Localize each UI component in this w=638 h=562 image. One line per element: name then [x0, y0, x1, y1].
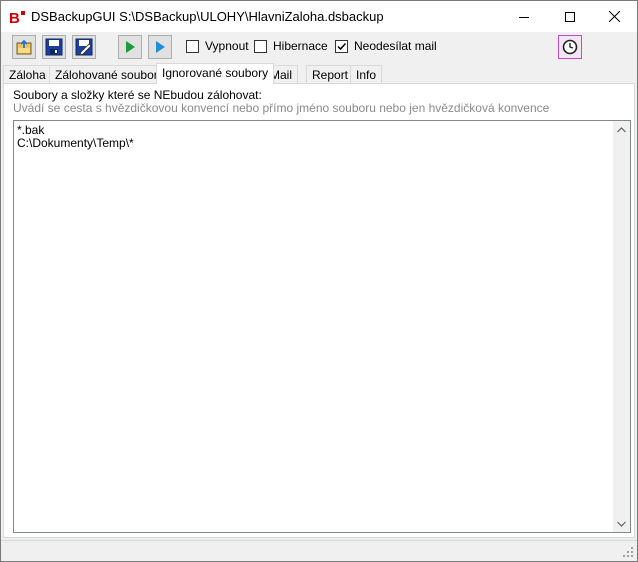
- run-icon: [126, 41, 135, 53]
- open-icon: [16, 39, 32, 55]
- checkbox-vypnout[interactable]: Vypnout: [186, 39, 249, 53]
- schedule-button[interactable]: [558, 35, 582, 59]
- resize-grip-icon[interactable]: [622, 546, 634, 558]
- save-as-button[interactable]: [72, 35, 96, 59]
- chevron-down-icon: [617, 521, 626, 527]
- status-bar: [1, 540, 637, 561]
- run-button[interactable]: [118, 35, 142, 59]
- close-button[interactable]: [591, 1, 637, 32]
- open-button[interactable]: [12, 35, 36, 59]
- tab-zaloha[interactable]: Záloha: [3, 65, 52, 84]
- ignored-patterns-text[interactable]: *.bak C:\Dokumenty\Temp\*: [17, 124, 134, 150]
- tab-panel-ignorovane: Soubory a složky které se NEbudou záloho…: [3, 83, 635, 538]
- run-step-icon: [156, 41, 165, 53]
- checkbox-box[interactable]: [254, 39, 267, 53]
- maximize-button[interactable]: [547, 1, 593, 32]
- save-button[interactable]: [42, 35, 66, 59]
- chevron-up-icon: [617, 126, 626, 132]
- tab-ignorovane-soubory[interactable]: Ignorované soubory: [156, 63, 275, 84]
- ignored-patterns-textarea[interactable]: *.bak C:\Dokumenty\Temp\*: [13, 120, 631, 533]
- app-logo-icon: B: [9, 9, 27, 27]
- checkbox-label: Neodesílat mail: [354, 39, 437, 53]
- scroll-up-button[interactable]: [613, 121, 630, 138]
- checkmark-icon: [337, 42, 347, 50]
- checkbox-neodesilat-mail[interactable]: Neodesílat mail: [335, 39, 437, 53]
- window-title: DSBackupGUI S:\DSBackup\ULOHY\HlavniZalo…: [31, 9, 384, 24]
- ignored-heading: Soubory a složky které se NEbudou záloho…: [13, 88, 262, 102]
- checkbox-box[interactable]: [335, 39, 348, 53]
- tab-zalohovane-soubory[interactable]: Zálohované soubory: [49, 65, 170, 84]
- save-as-icon: [75, 38, 93, 56]
- minimize-button[interactable]: [501, 1, 547, 32]
- tab-info[interactable]: Info: [350, 65, 383, 84]
- maximize-icon: [565, 11, 575, 22]
- save-icon: [45, 38, 63, 56]
- checkbox-box[interactable]: [186, 39, 199, 53]
- schedule-clock-icon: [562, 39, 578, 55]
- toolbar: Vypnout Hibernace Neodesílat mail: [1, 32, 637, 62]
- checkbox-label: Hibernace: [273, 39, 328, 53]
- checkbox-hibernace[interactable]: Hibernace: [254, 39, 328, 53]
- checkbox-label: Vypnout: [205, 39, 249, 53]
- close-icon: [608, 11, 620, 22]
- ignored-hint: Uvádí se cesta s hvězdičkovou konvencí n…: [13, 101, 550, 115]
- app-window: B DSBackupGUI S:\DSBackup\ULOHY\HlavniZa…: [0, 0, 638, 562]
- svg-text:B: B: [9, 10, 20, 25]
- scroll-down-button[interactable]: [613, 515, 630, 532]
- tab-report[interactable]: Report: [306, 65, 355, 84]
- vertical-scrollbar[interactable]: [613, 121, 630, 532]
- title-bar: B DSBackupGUI S:\DSBackup\ULOHY\HlavniZa…: [1, 1, 637, 32]
- minimize-icon: [519, 16, 529, 18]
- tab-strip: Záloha Zálohované soubory Ignorované sou…: [3, 63, 635, 84]
- run-step-button[interactable]: [148, 35, 172, 59]
